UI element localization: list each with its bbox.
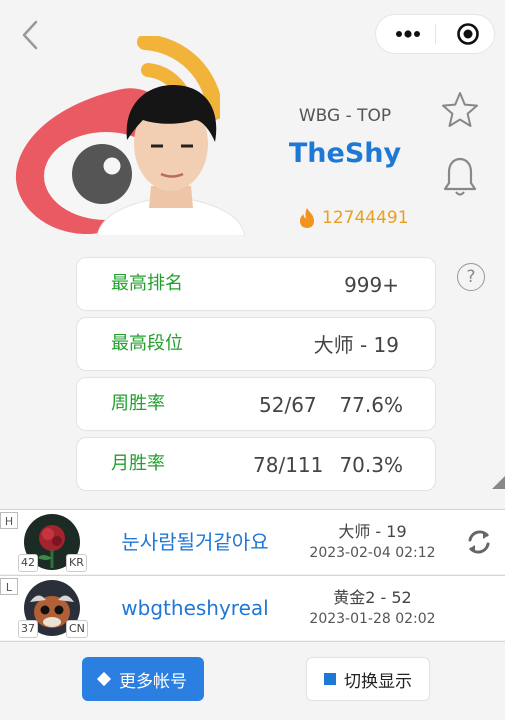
stat-label: 周胜率 bbox=[111, 393, 165, 414]
stat-record: 52/67 bbox=[259, 393, 317, 417]
account-name[interactable]: wbgtheshyreal bbox=[100, 576, 290, 640]
level-badge: 37 bbox=[18, 620, 38, 638]
player-name: TheShy bbox=[288, 138, 402, 169]
stat-rate: 77.6% bbox=[339, 393, 403, 417]
more-button[interactable] bbox=[386, 15, 430, 53]
stat-highest-rank: 最高排名 999+ bbox=[76, 257, 436, 311]
stat-label: 月胜率 bbox=[111, 453, 165, 474]
level-badge: 42 bbox=[18, 554, 38, 572]
account-tag: L bbox=[0, 578, 18, 595]
mini-program-capsule bbox=[375, 14, 495, 54]
stat-rate: 70.3% bbox=[339, 453, 403, 477]
stat-value: 大师 - 19 bbox=[313, 333, 399, 357]
hot-value-number: 12744491 bbox=[322, 208, 409, 228]
server-badge: KR bbox=[66, 554, 87, 572]
hot-value: 12744491 bbox=[298, 207, 409, 229]
toggle-display-label: 切换显示 bbox=[344, 671, 412, 692]
account-rank: 黄金2 - 52 bbox=[333, 588, 412, 607]
team-role: WBG - TOP bbox=[298, 106, 392, 126]
square-icon bbox=[324, 673, 336, 685]
account-name[interactable]: 눈사람될거같아요 bbox=[100, 510, 290, 574]
corner-triangle-icon bbox=[492, 476, 505, 489]
diamond-icon bbox=[96, 671, 112, 687]
account-row[interactable]: L 37 CN wbgtheshyreal 黄金2 - 52 2023-01-2… bbox=[0, 576, 505, 640]
close-button[interactable] bbox=[446, 15, 490, 53]
account-rank: 大师 - 19 bbox=[338, 522, 407, 541]
player-photo bbox=[97, 84, 245, 236]
target-icon bbox=[457, 23, 479, 45]
server-badge: CN bbox=[66, 620, 88, 638]
stat-label: 最高段位 bbox=[111, 333, 183, 354]
toggle-display-button[interactable]: 切换显示 bbox=[306, 657, 430, 701]
capsule-divider bbox=[435, 24, 436, 44]
refresh-icon bbox=[468, 530, 490, 554]
stat-weekly-winrate: 周胜率 52/67 77.6% bbox=[76, 377, 436, 431]
refresh-button[interactable] bbox=[464, 528, 494, 560]
help-button[interactable]: ? bbox=[457, 263, 485, 291]
flame-icon bbox=[300, 208, 314, 228]
stat-monthly-winrate: 月胜率 78/111 70.3% bbox=[76, 437, 436, 491]
account-time: 2023-01-28 02:02 bbox=[309, 611, 436, 627]
stat-label: 最高排名 bbox=[111, 273, 183, 294]
divider bbox=[0, 641, 505, 642]
account-tag: H bbox=[0, 512, 18, 529]
more-accounts-button[interactable]: 更多帐号 bbox=[82, 657, 204, 701]
notify-button[interactable] bbox=[442, 156, 478, 202]
stat-record: 78/111 bbox=[253, 453, 324, 477]
account-row[interactable]: H 42 KR 눈사람될거같아요 大师 - 19 2023-02-04 02:1… bbox=[0, 510, 505, 574]
bell-icon bbox=[443, 157, 477, 196]
account-time: 2023-02-04 02:12 bbox=[309, 545, 436, 561]
more-dots-icon bbox=[396, 30, 420, 38]
favorite-button[interactable] bbox=[440, 90, 480, 134]
star-icon bbox=[442, 92, 478, 127]
more-accounts-label: 更多帐号 bbox=[119, 671, 187, 692]
stat-value: 999+ bbox=[344, 273, 399, 297]
stat-highest-tier: 最高段位 大师 - 19 bbox=[76, 317, 436, 371]
